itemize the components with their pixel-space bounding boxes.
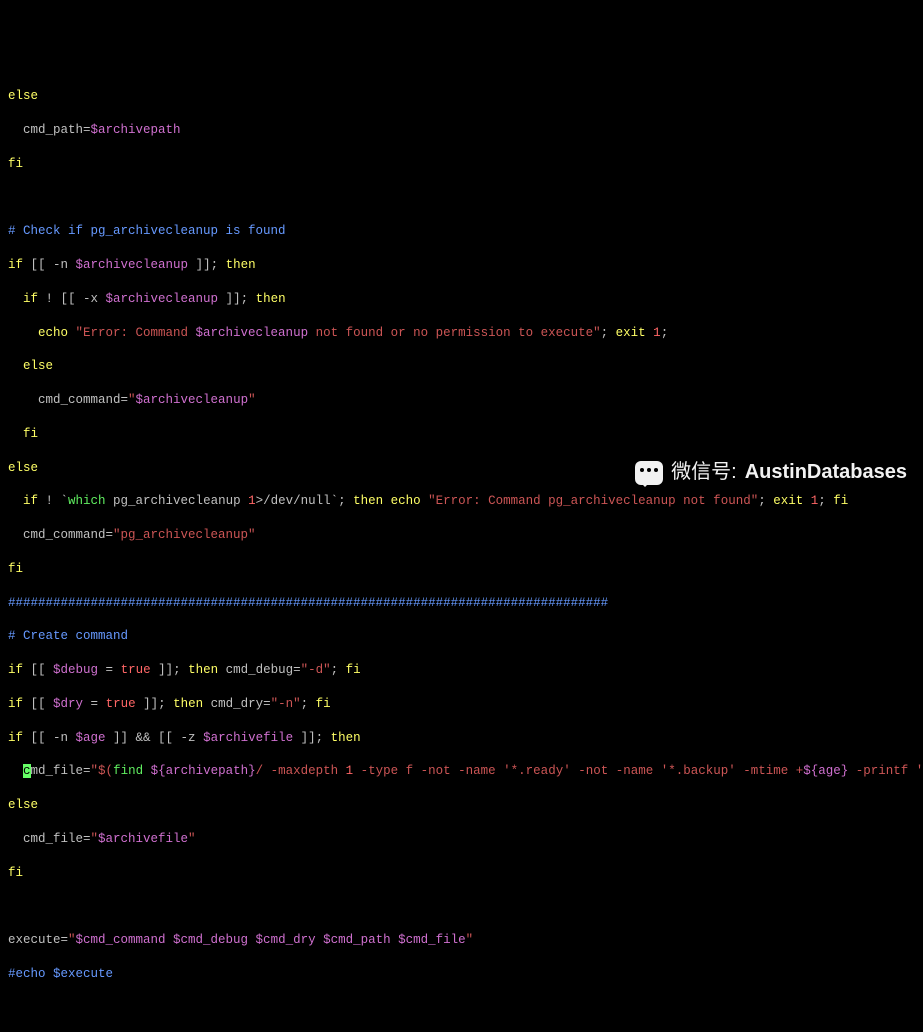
code-line: if [[ -n $archivecleanup ]]; then <box>8 257 915 274</box>
code-line: else <box>8 797 915 814</box>
code-line: execute="$cmd_command $cmd_debug $cmd_dr… <box>8 932 915 949</box>
code-line: else <box>8 88 915 105</box>
code-line: fi <box>8 561 915 578</box>
cursor-icon: c <box>23 764 31 778</box>
watermark-label: 微信号: <box>671 459 737 486</box>
code-line: cmd_command="$archivecleanup" <box>8 392 915 409</box>
code-line: # Create command <box>8 628 915 645</box>
code-line: cmd_command="pg_archivecleanup" <box>8 527 915 544</box>
code-line: if [[ $debug = true ]]; then cmd_debug="… <box>8 662 915 679</box>
code-line: if [[ $dry = true ]]; then cmd_dry="-n";… <box>8 696 915 713</box>
code-line: if [[ -n $age ]] && [[ -z $archivefile ]… <box>8 730 915 747</box>
code-line: cmd_path=$archivepath <box>8 122 915 139</box>
code-line <box>8 898 915 915</box>
code-editor[interactable]: else cmd_path=$archivepath fi # Check if… <box>8 72 915 1032</box>
code-line <box>8 190 915 207</box>
watermark-name: AustinDatabases <box>745 459 907 486</box>
code-line <box>8 1000 915 1017</box>
code-line: fi <box>8 865 915 882</box>
wechat-icon <box>635 461 663 485</box>
watermark: 微信号: AustinDatabases <box>635 459 907 486</box>
code-line: fi <box>8 156 915 173</box>
code-line: cmd_file="$(find ${archivepath}/ -maxdep… <box>8 763 915 780</box>
code-line: else <box>8 358 915 375</box>
code-line: if ! `which pg_archivecleanup 1>/dev/nul… <box>8 493 915 510</box>
code-line: #echo $execute <box>8 966 915 983</box>
code-line: echo "Error: Command $archivecleanup not… <box>8 325 915 342</box>
code-line: ########################################… <box>8 595 915 612</box>
code-line: fi <box>8 426 915 443</box>
code-line: cmd_file="$archivefile" <box>8 831 915 848</box>
code-line: if ! [[ -x $archivecleanup ]]; then <box>8 291 915 308</box>
code-line: # Check if pg_archivecleanup is found <box>8 223 915 240</box>
